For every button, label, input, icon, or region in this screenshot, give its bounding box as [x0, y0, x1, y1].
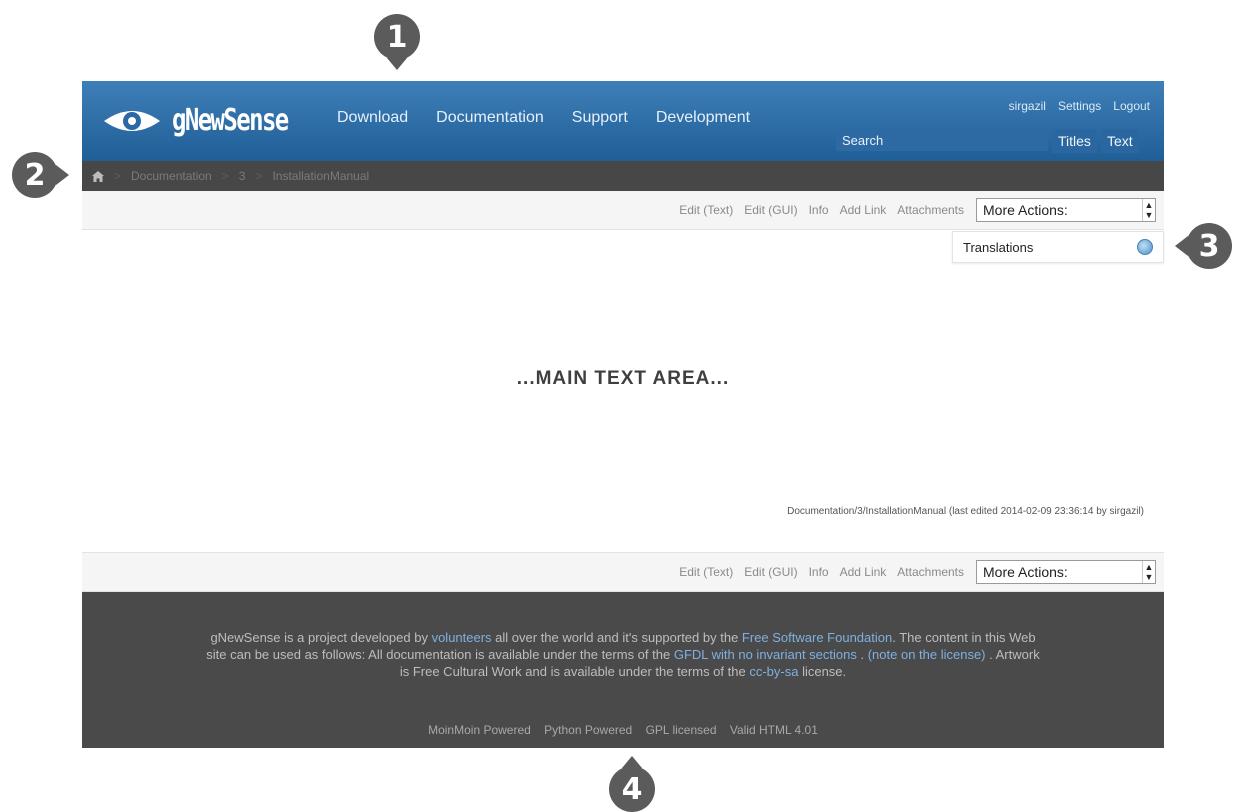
page-frame: gNewSense Download Documentation Support…: [82, 81, 1164, 748]
user-link-settings[interactable]: Settings: [1058, 99, 1101, 113]
dropdown-arrow-icon: ▲ ▼: [1142, 561, 1155, 583]
home-icon[interactable]: [92, 170, 104, 182]
site-logo[interactable]: gNewSense: [102, 103, 317, 138]
valid-html-link[interactable]: Valid HTML 4.01: [730, 723, 818, 737]
license-note-link[interactable]: (note on the license): [868, 647, 986, 662]
moinmoin-powered-link[interactable]: MoinMoin Powered: [428, 723, 531, 737]
nav-development[interactable]: Development: [656, 109, 750, 127]
footer-text: license.: [798, 664, 847, 679]
main-content: ...MAIN TEXT AREA... Documentation/3/Ins…: [82, 230, 1164, 552]
logo-text: gNewSense: [172, 103, 289, 138]
breadcrumb: > Documentation > 3 > InstallationManual: [82, 161, 1164, 191]
titles-search-button[interactable]: Titles: [1052, 129, 1097, 153]
breadcrumb-separator: >: [255, 169, 263, 183]
footer-text: gNewSense is a project developed by: [210, 630, 432, 645]
attachments-link[interactable]: Attachments: [897, 203, 964, 217]
user-link-username[interactable]: sirgazil: [1009, 99, 1046, 113]
add-link-link[interactable]: Add Link: [840, 203, 887, 217]
text-search-button[interactable]: Text: [1100, 129, 1139, 153]
main-text-placeholder: ...MAIN TEXT AREA...: [516, 368, 730, 389]
attachments-link[interactable]: Attachments: [897, 565, 964, 579]
python-powered-link[interactable]: Python Powered: [544, 723, 632, 737]
page-info: Documentation/3/InstallationManual (last…: [787, 506, 1144, 517]
nav-support[interactable]: Support: [572, 109, 628, 127]
breadcrumb-separator: >: [221, 169, 229, 183]
callout-4: 4: [609, 756, 655, 812]
callout-2: 2: [12, 152, 69, 198]
gfdl-link[interactable]: GFDL with no invariant sections: [674, 647, 857, 662]
add-link-link[interactable]: Add Link: [840, 565, 887, 579]
powered-by: MoinMoin Powered Python Powered GPL lice…: [82, 722, 1164, 739]
more-actions-label: More Actions:: [983, 564, 1068, 580]
more-actions-select[interactable]: More Actions: ▲ ▼: [976, 560, 1156, 584]
breadcrumb-separator: >: [114, 169, 122, 183]
callout-3: 3: [1175, 223, 1232, 269]
page-actions-bottom: Edit (Text) Edit (GUI) Info Add Link Att…: [82, 552, 1164, 592]
site-header: gNewSense Download Documentation Support…: [82, 81, 1164, 161]
gpl-licensed-link[interactable]: GPL licensed: [646, 723, 717, 737]
volunteers-link[interactable]: volunteers: [432, 630, 492, 645]
dropdown-arrow-icon: ▲ ▼: [1142, 199, 1155, 221]
page-actions-top: Edit (Text) Edit (GUI) Info Add Link Att…: [82, 191, 1164, 230]
main-nav: Download Documentation Support Developme…: [337, 109, 750, 127]
breadcrumb-item-3[interactable]: 3: [239, 169, 246, 183]
search-input[interactable]: [836, 129, 1048, 151]
user-nav: sirgazil Settings Logout: [1009, 99, 1150, 113]
search-box: Titles Text: [836, 129, 1139, 153]
more-actions-label: More Actions:: [983, 202, 1068, 218]
info-link[interactable]: Info: [809, 203, 829, 217]
edit-text-link[interactable]: Edit (Text): [679, 565, 733, 579]
edit-gui-link[interactable]: Edit (GUI): [744, 203, 797, 217]
edit-text-link[interactable]: Edit (Text): [679, 203, 733, 217]
callout-1: 1: [374, 14, 420, 70]
fsf-link[interactable]: Free Software Foundation: [742, 630, 892, 645]
breadcrumb-item-installationmanual[interactable]: InstallationManual: [272, 169, 369, 183]
footer-blurb: gNewSense is a project developed by volu…: [202, 629, 1044, 680]
info-link[interactable]: Info: [809, 565, 829, 579]
nav-documentation[interactable]: Documentation: [436, 109, 544, 127]
cc-by-sa-link[interactable]: cc-by-sa: [749, 664, 798, 679]
site-footer: gNewSense is a project developed by volu…: [82, 592, 1164, 748]
user-link-logout[interactable]: Logout: [1113, 99, 1150, 113]
breadcrumb-item-documentation[interactable]: Documentation: [131, 169, 212, 183]
footer-text: .: [856, 647, 868, 662]
eye-logo-icon: [104, 110, 160, 131]
footer-text: all over the world and it's supported by…: [491, 630, 742, 645]
nav-download[interactable]: Download: [337, 109, 408, 127]
edit-gui-link[interactable]: Edit (GUI): [744, 565, 797, 579]
more-actions-select[interactable]: More Actions: ▲ ▼: [976, 198, 1156, 222]
